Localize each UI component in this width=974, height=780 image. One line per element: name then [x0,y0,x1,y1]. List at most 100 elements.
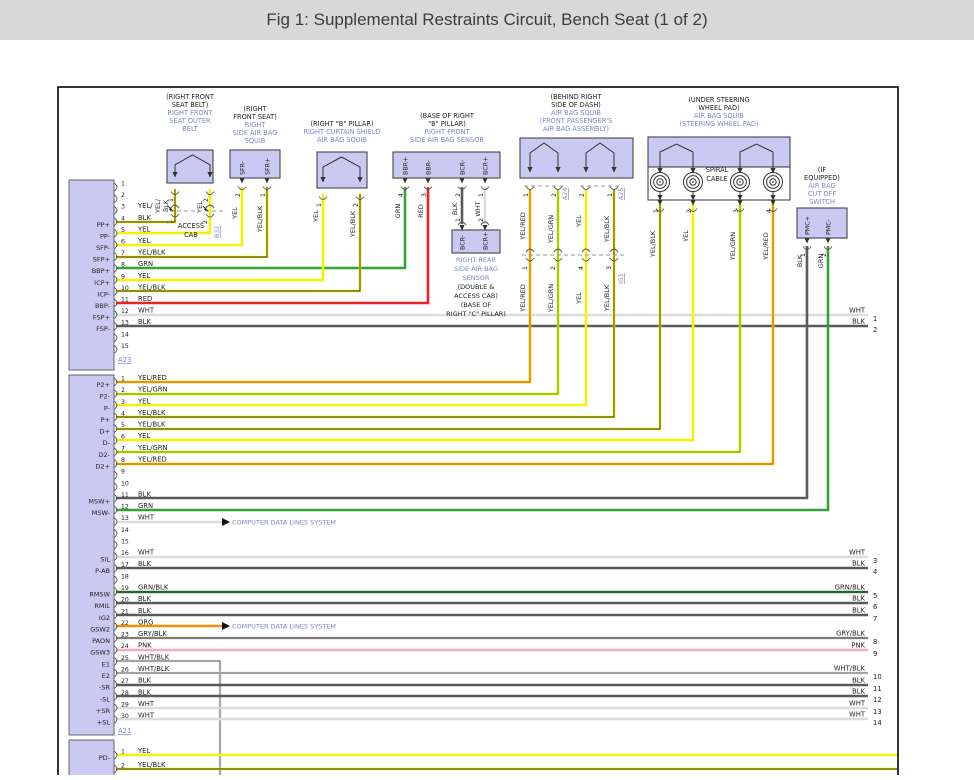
row-number: 25 [121,655,129,662]
ecu-pin-label: -SR [99,684,110,692]
wire-color-label: YEL/BLK [649,230,657,258]
edge-pin-number: 3 [873,557,877,565]
wiring-diagram: COMPUTER DATA LINES SYSTEMCOMPUTER DATA … [0,0,974,775]
wire-color-label: YEL [682,230,690,243]
edge-wire-label: WHT [849,307,866,315]
connector-link-A24[interactable]: A24 [562,188,569,200]
wire-color-label: YEL [575,292,583,305]
wire-color-label: YEL [137,272,150,280]
ecu-pin-label: SFP- [96,244,111,252]
wire-block1-row8 [116,203,773,464]
right-front-seat-outer-belt-box [167,150,213,183]
pin-number: 1 [607,193,614,197]
edge-pin-number: 7 [873,615,877,623]
connector-link-A23[interactable]: A23 [118,356,131,364]
edge-pin-number: 4 [873,568,877,576]
row-number: 6 [121,239,125,246]
component-name: SENSOR [463,274,490,282]
component-name: AIR BAG SQUIB [551,109,601,117]
arrow-down-icon [402,178,407,184]
connector-link-A25[interactable]: A25 [618,188,625,200]
wire-color-label: GRN [817,254,825,269]
component-pin-name: BCR- [460,235,467,250]
wire-color-label: YEL/GRN [137,444,168,452]
row-number: 23 [121,632,129,639]
wire-color-label: WHT/BLK [138,665,170,673]
edge-pin-number: 11 [873,685,882,693]
component-header: (BEHIND RIGHT [551,93,603,101]
wire-stripe [116,203,773,464]
computer-data-lines-note: COMPUTER DATA LINES SYSTEM [232,623,336,631]
wire-color-label: YEL/GRN [547,215,555,244]
row-number: 6 [121,434,125,441]
component-pin-name: PMC- [826,219,833,235]
arrow-down-icon [737,200,742,206]
component-header: (RIGHT "B" PILLAR) [310,120,373,128]
row-number: 14 [121,527,129,534]
wire-color-label: GRN [138,502,153,510]
wire-color-label: WHT [474,201,482,216]
ecu-pin-label: RMIL [94,602,110,610]
wire-color-label: PNK [138,642,152,650]
row-number: 7 [121,445,125,452]
connector-link-A21[interactable]: A21 [118,727,131,735]
wire-color-label: YEL/RED [137,455,167,463]
row-number: 12 [121,308,129,315]
wire-color-label: YEL/RED [137,374,167,382]
row-number: 21 [121,608,129,615]
wire-color-label: YEL/GRN [137,386,168,394]
spiral-cable-icon [659,181,661,183]
connector-link-B32[interactable]: B32 [214,226,221,238]
component-header: "B" PILLAR) [428,120,466,128]
wire-color-label: BLK [796,254,804,267]
component-header: (RIGHT [243,105,267,113]
edge-wire-label: PNK [851,642,865,650]
row-number: 2 [121,387,125,394]
arrow-down-icon [482,178,487,184]
wire-color-label: YEL/BLK [256,205,264,233]
component-header: (IF [818,166,827,174]
component-name: BELT [182,125,198,133]
wire-color-label: GRN [138,260,153,268]
edge-pin-number: 12 [873,696,882,704]
ecu-pin-label: P2- [100,393,111,401]
wire-color-label: YEL [137,432,150,440]
row-number: 5 [121,227,125,234]
row-number: 5 [121,422,125,429]
ecu-pin-label: SFP+ [93,256,110,264]
wire-color-label: YEL/RED [762,232,770,261]
edge-wire-label: GRN/BLK [835,584,866,592]
row-number: 7 [121,250,125,257]
component-name: (FRONT PASSENGER'S [540,117,613,125]
ecu-pin-label: E1 [102,660,110,668]
arrow-down-icon [770,200,775,206]
edge-wire-label: BLK [852,560,865,568]
ecu-pin-label: D2- [99,451,111,459]
component-name: AIR BAG ASSEMBLY) [543,125,609,133]
row-number: 1 [121,376,125,383]
arrow-down-icon [459,178,464,184]
edge-wire-label: WHT [849,711,866,719]
arrow-right-icon [222,622,230,630]
wire-color-label: YEL/BLK [137,761,166,769]
row-number: 27 [121,678,129,685]
edge-pin-number: 5 [873,592,877,600]
edge-pin-number: 1 [873,315,877,323]
ecu-pin-label: +SL [97,719,111,727]
wire-color-label: YEL/BLK [137,249,166,257]
row-number: 13 [121,320,129,327]
wire-color-label: BLK [451,202,459,215]
connector-link-IG1[interactable]: IG1 [618,273,625,284]
wire-color-label: BLK [138,595,151,603]
wire-color-label: YEL [137,397,150,405]
wire-color-label: BLK [138,214,151,222]
wire-color-label: YEL/GRN [547,284,555,313]
pin-number: 4 [578,266,585,270]
spiral-cable-icon [692,181,694,183]
ecu-pin-label: IG2 [99,614,110,622]
wire-color-label: YEL [137,237,150,245]
pin-number: 3 [606,266,613,270]
pin-number: 2 [579,193,586,197]
pin-number: 2 [551,193,558,197]
ecu-pin-label: E2 [102,672,110,680]
